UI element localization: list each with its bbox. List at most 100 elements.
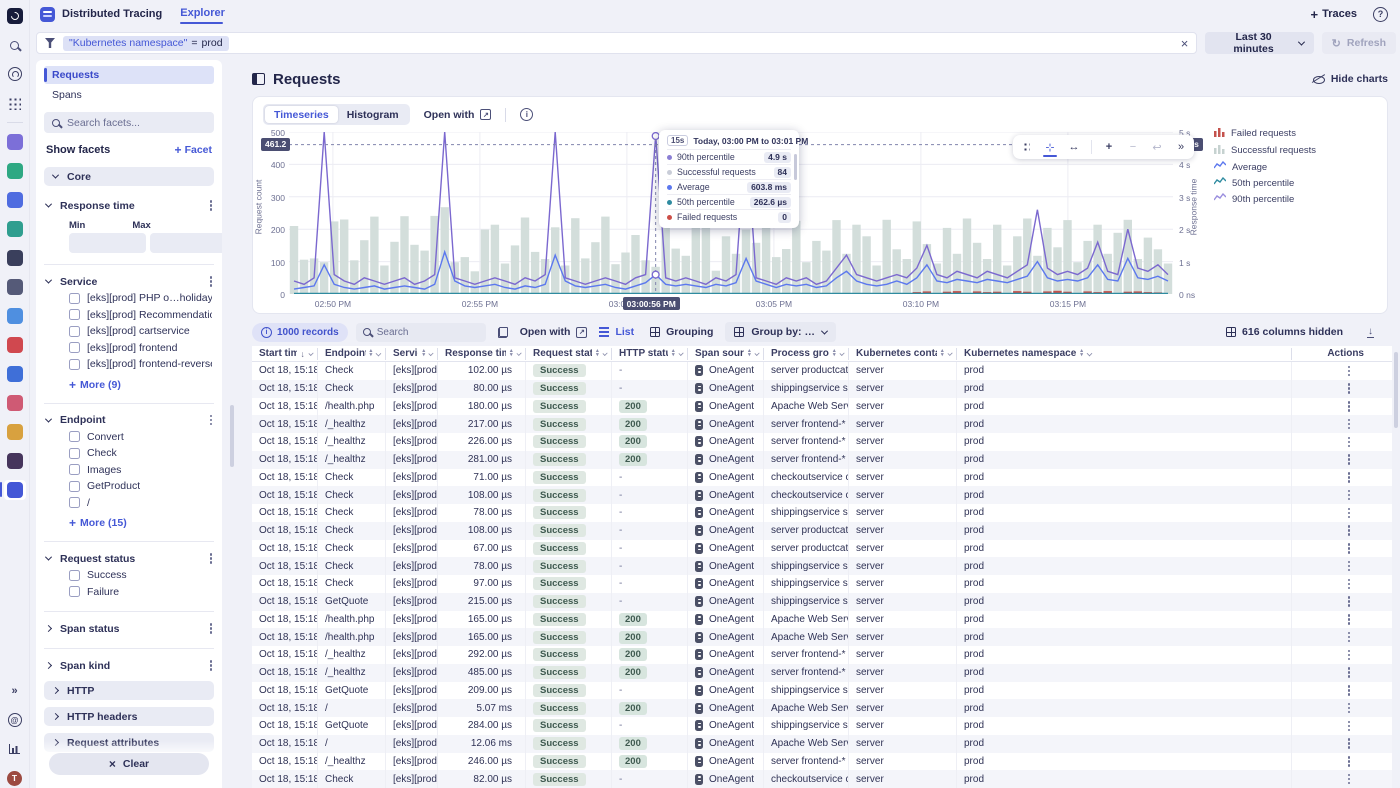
table-row[interactable]: Oct 18, 15:18:27.Check[eks][prod] ...78.… (252, 504, 1392, 522)
clear-facets-button[interactable]: ×Clear (49, 753, 209, 775)
distributed-tracing-app-icon[interactable] (4, 480, 26, 500)
notebooks-app-icon[interactable] (4, 306, 26, 326)
row-actions-icon[interactable] (1348, 654, 1351, 657)
table-row[interactable]: Oct 18, 15:18:31./_healthz[eks][prod] ..… (252, 415, 1392, 433)
add-traces-button[interactable]: +Traces (1311, 7, 1357, 22)
table-row[interactable]: Oct 18, 15:18:28.Check[eks][prod] ...71.… (252, 469, 1392, 487)
facet-option[interactable]: Images (69, 462, 212, 479)
undo-icon[interactable]: ↩ (1150, 138, 1164, 156)
sidebar-scrollbar[interactable] (230, 405, 234, 467)
row-actions-icon[interactable] (1348, 547, 1351, 550)
more-options-button[interactable]: +More (15) (69, 516, 127, 530)
kubernetes-app-icon[interactable] (4, 393, 26, 413)
row-actions-icon[interactable] (1348, 707, 1351, 710)
facet-group-header[interactable]: Service (46, 273, 212, 290)
facet-group-http[interactable]: HTTP (44, 681, 214, 700)
facet-group-http-headers[interactable]: HTTP headers (44, 707, 214, 726)
sidebar-view-spans[interactable]: Spans (44, 86, 214, 104)
more-options-icon[interactable] (210, 627, 213, 630)
row-actions-icon[interactable] (1348, 512, 1351, 515)
row-actions-icon[interactable] (1348, 476, 1351, 479)
table-row[interactable]: Oct 18, 15:18:20.GetQuote[eks][prod] ...… (252, 682, 1392, 700)
table-row[interactable]: Oct 18, 15:18:23.Check[eks][prod] ...67.… (252, 540, 1392, 558)
row-actions-icon[interactable] (1348, 725, 1351, 728)
row-actions-icon[interactable] (1348, 600, 1351, 603)
row-actions-icon[interactable] (1348, 441, 1351, 444)
facet-group-header[interactable]: Request status (46, 550, 212, 567)
row-actions-icon[interactable] (1348, 405, 1351, 408)
chart-open-with-button[interactable]: Open with↗ (424, 109, 492, 121)
more-options-button[interactable]: +More (9) (69, 378, 121, 392)
row-actions-icon[interactable] (1348, 458, 1351, 461)
add-facet-button[interactable]: +Facet (175, 143, 212, 157)
dynatrace-logo-icon[interactable] (4, 6, 26, 26)
facet-group-header[interactable]: Endpoint (46, 412, 212, 429)
more-options-icon[interactable] (210, 419, 213, 422)
table-row[interactable]: Oct 18, 15:18:22.GetQuote[eks][prod] ...… (252, 593, 1392, 611)
community-icon[interactable]: @ (4, 710, 26, 730)
row-actions-icon[interactable] (1348, 387, 1351, 390)
table-row[interactable]: Oct 18, 15:18:18.Check[eks][prod] ...82.… (252, 770, 1392, 788)
records-count-badge[interactable]: i 1000 records (252, 323, 348, 342)
discovery-app-icon[interactable] (4, 277, 26, 297)
row-actions-icon[interactable] (1348, 742, 1351, 745)
table-row[interactable]: Oct 18, 15:18:29./_healthz[eks][prod] ..… (252, 451, 1392, 469)
facet-option[interactable]: [eks][prod] frontend (69, 340, 212, 357)
table-row[interactable]: Oct 18, 15:18:32.Check[eks][prod] ...80.… (252, 380, 1392, 398)
row-actions-icon[interactable] (1348, 529, 1351, 532)
row-actions-icon[interactable] (1348, 494, 1351, 497)
facet-group-core[interactable]: Core (44, 167, 214, 186)
table-row[interactable]: Oct 18, 15:18:22.Check[eks][prod] ...97.… (252, 575, 1392, 593)
table-row[interactable]: Oct 18, 15:18:21./_healthz[eks][prod] ..… (252, 664, 1392, 682)
legend-item[interactable]: 90th percentile (1214, 193, 1316, 205)
column-header-http-status[interactable]: HTTP status▴▾ (612, 348, 688, 360)
sidebar-view-requests[interactable]: Requests (44, 66, 214, 84)
chart-tab-histogram[interactable]: Histogram (338, 106, 408, 123)
settings-app-icon[interactable] (4, 364, 26, 384)
zoom-in-icon[interactable]: + (1102, 138, 1116, 156)
facet-option[interactable]: / (69, 495, 212, 512)
refresh-button[interactable]: ↻Refresh (1322, 32, 1396, 54)
facet-option[interactable]: [eks][prod] PHP o…holidaysservice-* (69, 290, 212, 307)
column-header-start-time[interactable]: Start time↓ (252, 348, 318, 360)
hide-charts-button[interactable]: Hide charts (1312, 73, 1388, 85)
row-actions-icon[interactable] (1348, 618, 1351, 621)
table-open-with-button[interactable]: Open with↗ (520, 326, 588, 338)
search-icon[interactable] (4, 35, 26, 55)
columns-hidden-button[interactable]: 616 columns hidden (1222, 326, 1347, 338)
tab-explorer[interactable]: Explorer (180, 7, 225, 22)
chart-tab-timeseries[interactable]: Timeseries (265, 106, 338, 123)
response-time-min-input[interactable] (69, 233, 146, 253)
response-time-max-input[interactable] (150, 233, 222, 253)
copilot-icon[interactable] (4, 64, 26, 84)
row-actions-icon[interactable] (1348, 565, 1351, 568)
facet-option[interactable]: [eks][prod] cartservice (69, 323, 212, 340)
column-header-span-source[interactable]: Span source▴▾ (688, 348, 764, 360)
table-search[interactable] (356, 323, 486, 342)
table-row[interactable]: Oct 18, 15:18:22./health.php[eks][prod] … (252, 611, 1392, 629)
filter-chip[interactable]: "Kubernetes namespace" = prod (63, 36, 229, 51)
table-search-input[interactable] (377, 327, 472, 338)
more-options-icon[interactable] (210, 280, 213, 283)
focus-mode-icon[interactable]: ⊹ (1043, 138, 1057, 156)
grouping-view-button[interactable]: Grouping (646, 326, 717, 338)
row-actions-icon[interactable] (1348, 423, 1351, 426)
group-by-selector[interactable]: Group by: … (725, 322, 836, 342)
legend-item[interactable]: Successful requests (1214, 144, 1316, 157)
table-row[interactable]: Oct 18, 15:18:21./_healthz[eks][prod] ..… (252, 646, 1392, 664)
row-actions-icon[interactable] (1348, 583, 1351, 586)
table-row[interactable]: Oct 18, 15:18:32./health.php[eks][prod] … (252, 398, 1392, 416)
facet-option[interactable]: GetProduct (69, 478, 212, 495)
more-options-icon[interactable] (210, 204, 213, 207)
column-header-actions[interactable]: Actions (1292, 348, 1392, 360)
copy-icon[interactable] (498, 327, 508, 338)
list-view-button[interactable]: List (595, 326, 638, 338)
filter-input[interactable]: "Kubernetes namespace" = prod × (36, 32, 1197, 54)
hosts-app-icon[interactable] (4, 248, 26, 268)
logs-app-icon[interactable] (4, 422, 26, 442)
horizontal-zoom-icon[interactable]: ↔ (1067, 138, 1081, 156)
table-row[interactable]: Oct 18, 15:18:19.GetQuote[eks][prod] ...… (252, 717, 1392, 735)
table-row[interactable]: Oct 18, 15:18:22./health.php[eks][prod] … (252, 628, 1392, 646)
table-scrollbar[interactable] (1394, 352, 1398, 428)
table-row[interactable]: Oct 18, 15:18:19./[eks][prod] ...12.06 m… (252, 735, 1392, 753)
